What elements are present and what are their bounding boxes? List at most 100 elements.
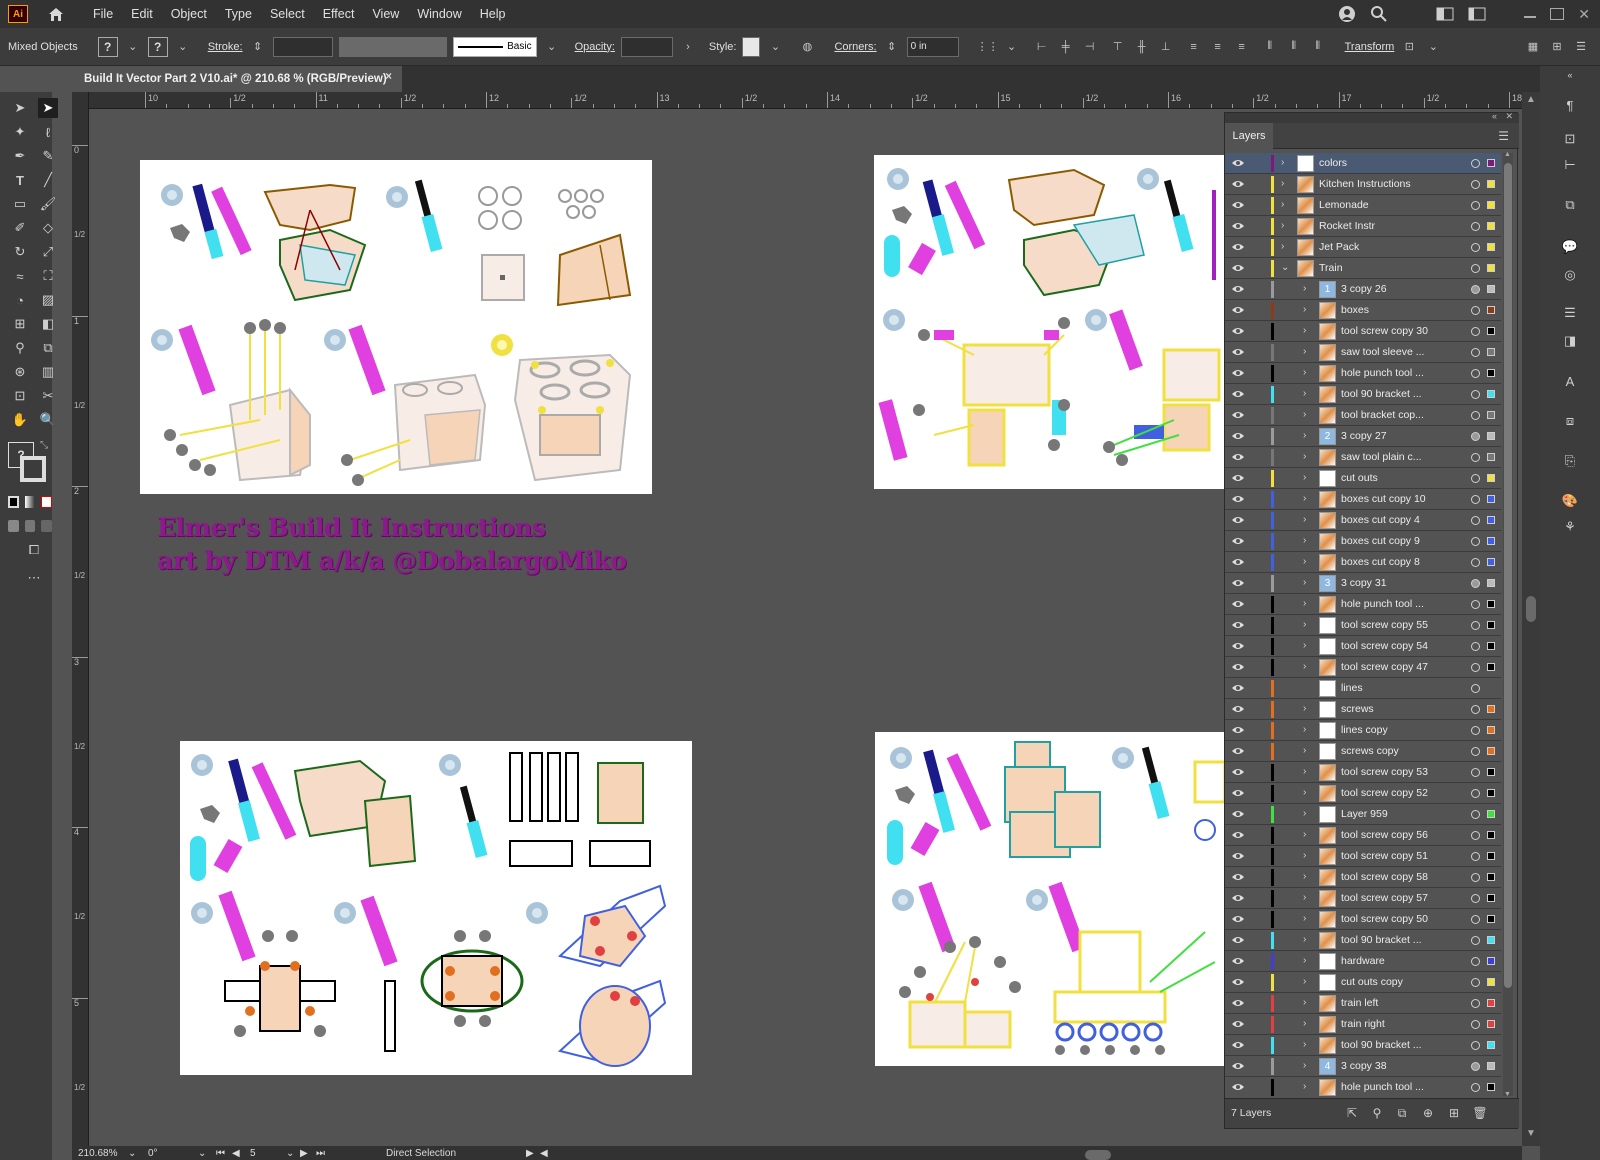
layer-row[interactable]: › boxes cut copy 10	[1225, 489, 1501, 510]
chevron-right-icon[interactable]: ›	[1303, 745, 1313, 756]
layer-row[interactable]: › Jet Pack	[1225, 237, 1501, 258]
user-icon[interactable]	[1338, 5, 1356, 23]
layer-row[interactable]: › saw tool plain c...	[1225, 447, 1501, 468]
layer-row[interactable]: › tool screw copy 50	[1225, 909, 1501, 930]
chevron-right-icon[interactable]: ›	[1303, 1081, 1313, 1092]
eye-icon[interactable]	[1231, 746, 1245, 756]
chevron-right-icon[interactable]: ›	[1303, 577, 1313, 588]
workspace-icon[interactable]	[1436, 7, 1454, 21]
selection-indicator[interactable]	[1487, 789, 1495, 797]
layer-row[interactable]: › Layer 959	[1225, 804, 1501, 825]
magic-wand-icon[interactable]: ✦	[10, 122, 30, 142]
chevron-right-icon[interactable]: ›	[1303, 388, 1313, 399]
chevron-right-icon[interactable]: ›	[1281, 241, 1291, 252]
recolor-icon[interactable]: ◍	[798, 39, 816, 55]
selection-indicator[interactable]	[1487, 852, 1495, 860]
none-mode-icon[interactable]	[41, 496, 53, 508]
menu-object[interactable]: Object	[162, 7, 216, 21]
chevron-right-icon[interactable]: ›	[1303, 955, 1313, 966]
eye-icon[interactable]	[1231, 977, 1245, 987]
distribute-vcenter-icon[interactable]: ≡	[1209, 39, 1227, 55]
eye-icon[interactable]	[1231, 347, 1245, 357]
style-swatch[interactable]	[742, 36, 761, 57]
layer-row[interactable]: › screws copy	[1225, 741, 1501, 762]
menu-window[interactable]: Window	[408, 7, 470, 21]
align-right-icon[interactable]: ⊣	[1081, 39, 1099, 55]
new-sublayer-icon[interactable]: ⊕	[1421, 1106, 1435, 1120]
layer-row[interactable]: › cut outs	[1225, 468, 1501, 489]
target-icon[interactable]	[1471, 579, 1480, 588]
eye-icon[interactable]	[1231, 200, 1245, 210]
vertical-scroll-thumb[interactable]	[1526, 596, 1536, 622]
scroll-up-icon[interactable]: ▲	[1504, 151, 1511, 158]
chevron-right-icon[interactable]: ›	[1303, 451, 1313, 462]
draw-inside-icon[interactable]	[41, 520, 53, 532]
target-icon[interactable]	[1471, 726, 1480, 735]
distribute-hcenter-icon[interactable]: ⫴	[1285, 39, 1303, 55]
selection-indicator[interactable]	[1487, 810, 1495, 818]
type-tool-icon[interactable]: T	[10, 170, 30, 190]
layer-row[interactable]: › tool screw copy 57	[1225, 888, 1501, 909]
eye-icon[interactable]	[1231, 284, 1245, 294]
prev-artboard-icon[interactable]: ◀	[232, 1148, 246, 1159]
eye-icon[interactable]	[1231, 263, 1245, 273]
eye-icon[interactable]	[1231, 410, 1245, 420]
panel-grid-icon[interactable]: ▦	[1524, 39, 1542, 55]
delete-layer-icon[interactable]: 🗑	[1472, 1106, 1487, 1120]
chevron-right-icon[interactable]: ›	[1303, 493, 1313, 504]
transform-button[interactable]: Transform	[1345, 41, 1395, 53]
chevron-down-icon[interactable]: ⌄	[766, 39, 784, 55]
selection-indicator[interactable]	[1487, 1020, 1495, 1028]
shape-builder-icon[interactable]: ◔	[10, 290, 30, 310]
scroll-left-icon[interactable]: ◀	[540, 1148, 554, 1159]
opacity-label[interactable]: Opacity:	[575, 41, 615, 53]
eye-icon[interactable]	[1231, 1061, 1245, 1071]
distribute-left-icon[interactable]: ⫴	[1261, 39, 1279, 55]
eye-icon[interactable]	[1231, 788, 1245, 798]
layer-row[interactable]: › screws	[1225, 699, 1501, 720]
selection-indicator[interactable]	[1487, 474, 1495, 482]
zoom-level[interactable]: 210.68%	[72, 1148, 128, 1159]
hand-tool-icon[interactable]: ✋	[10, 410, 30, 430]
eye-icon[interactable]	[1231, 830, 1245, 840]
rectangle-tool-icon[interactable]: ▭	[10, 194, 30, 214]
target-icon[interactable]	[1471, 684, 1480, 693]
target-icon[interactable]	[1471, 201, 1480, 210]
isolate-icon[interactable]: ⊡	[1400, 39, 1418, 55]
scroll-up-icon[interactable]: ▲	[1526, 94, 1536, 105]
target-icon[interactable]	[1471, 222, 1480, 231]
eye-icon[interactable]	[1231, 914, 1245, 924]
eye-icon[interactable]	[1231, 452, 1245, 462]
symbol-sprayer-icon[interactable]: ⊛	[10, 362, 30, 382]
target-icon[interactable]	[1471, 390, 1480, 399]
chevron-right-icon[interactable]: ›	[1303, 430, 1313, 441]
layer-row[interactable]: › tool screw copy 58	[1225, 867, 1501, 888]
zoom-tool-icon[interactable]: 🔍	[38, 410, 58, 430]
horizontal-ruler[interactable]: 10 1/2 11 1/2 12 1/2 13 1/2 14 1/2 15 1/2 16 1/2 17 1/2…	[80, 92, 1522, 109]
eye-icon[interactable]	[1231, 473, 1245, 483]
layer-row[interactable]: › boxes cut copy 8	[1225, 552, 1501, 573]
target-icon[interactable]	[1471, 1062, 1480, 1071]
chevron-right-icon[interactable]: ›	[1281, 220, 1291, 231]
target-icon[interactable]	[1471, 432, 1480, 441]
chevron-right-icon[interactable]: ›	[1303, 976, 1313, 987]
mesh-tool-icon[interactable]: ⊞	[10, 314, 30, 334]
eye-icon[interactable]	[1231, 620, 1245, 630]
align-hcenter-icon[interactable]: ╪	[1057, 39, 1075, 55]
target-icon[interactable]	[1471, 348, 1480, 357]
paintbrush-icon[interactable]: 🖌	[38, 194, 58, 214]
chevron-right-icon[interactable]: ›	[1303, 871, 1313, 882]
rotation-value[interactable]: 0°	[142, 1148, 198, 1159]
selection-indicator[interactable]	[1487, 411, 1495, 419]
layer-row[interactable]: › tool screw copy 53	[1225, 762, 1501, 783]
target-icon[interactable]	[1471, 999, 1480, 1008]
selection-indicator[interactable]	[1487, 390, 1495, 398]
color-mode-icon[interactable]	[8, 496, 19, 508]
layer-row[interactable]: › 2 3 copy 27	[1225, 426, 1501, 447]
next-artboard-icon[interactable]: ▶	[300, 1148, 316, 1159]
eye-icon[interactable]	[1231, 431, 1245, 441]
layer-row[interactable]: › tool 90 bracket ...	[1225, 1035, 1501, 1056]
align-to-icon[interactable]: ⋮⋮	[977, 39, 999, 55]
layer-row[interactable]: › train left	[1225, 993, 1501, 1014]
target-icon[interactable]	[1471, 516, 1480, 525]
